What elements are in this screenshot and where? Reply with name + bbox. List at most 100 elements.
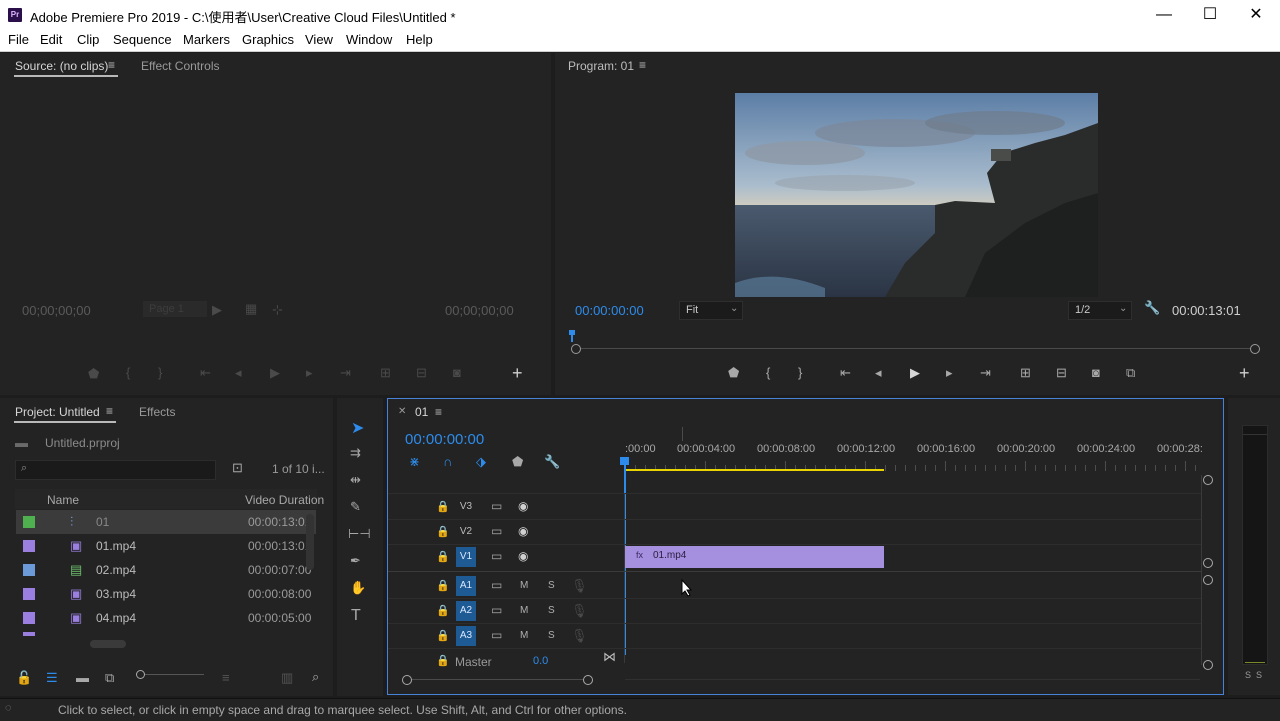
freeform-view-icon[interactable]: ⧉: [105, 670, 114, 686]
list-item[interactable]: ▣ 01.mp4 00:00:13:01: [16, 534, 316, 558]
ripple-edit-tool-icon[interactable]: ⇹: [350, 472, 361, 488]
tab-project[interactable]: Project: Untitled: [15, 405, 100, 419]
microphone-icon[interactable]: 🎙: [571, 603, 588, 619]
horizontal-scrollbar[interactable]: [90, 640, 126, 648]
label-color-swatch[interactable]: [23, 564, 35, 576]
video-scroll-handle-top[interactable]: [1203, 475, 1213, 485]
list-item[interactable]: ▣ 04.mp4 00:00:05:00: [16, 606, 316, 630]
type-tool-icon[interactable]: T: [351, 607, 361, 625]
track-label-v3[interactable]: V3: [456, 497, 476, 517]
mute-button[interactable]: M: [520, 630, 528, 641]
audio-scroll-handle-top[interactable]: [1203, 575, 1213, 585]
column-video-duration[interactable]: Video Duration: [245, 493, 324, 507]
nest-icon[interactable]: ⋇: [409, 454, 420, 470]
export-frame-icon[interactable]: ◙: [1092, 365, 1100, 380]
sort-icons-icon[interactable]: ≡: [222, 670, 230, 685]
label-color-swatch[interactable]: [23, 612, 35, 624]
program-video-frame[interactable]: [735, 93, 1098, 297]
timeline-settings-wrench-icon[interactable]: 🔧: [544, 454, 560, 470]
slip-tool-icon[interactable]: ⊢⊣: [348, 526, 371, 542]
comparison-view-icon[interactable]: ⧉: [1126, 365, 1135, 381]
vertical-scrollbar[interactable]: [306, 514, 314, 570]
eye-icon[interactable]: ◉: [518, 524, 528, 538]
add-marker-icon[interactable]: ⬟: [512, 454, 523, 470]
track-label-a1[interactable]: A1: [456, 576, 476, 596]
step-back-icon[interactable]: ◂: [875, 365, 882, 381]
program-timecode-current[interactable]: 00:00:00:00: [575, 303, 644, 318]
vertical-scrollbar-track[interactable]: [1201, 475, 1202, 665]
automate-to-sequence-icon[interactable]: ▥: [281, 670, 293, 686]
menu-edit[interactable]: Edit: [40, 32, 62, 47]
label-color-swatch[interactable]: [23, 588, 35, 600]
source-timecode-in[interactable]: 00;00;00;00: [22, 303, 91, 318]
list-item[interactable]: ▣ 03.mp4 00:00:08:00: [16, 582, 316, 606]
selection-tool-icon[interactable]: ➤: [351, 418, 364, 438]
snap-magnet-icon[interactable]: ∩: [443, 454, 452, 469]
find-icon[interactable]: ⌕: [312, 669, 319, 685]
lock-icon[interactable]: 🔓: [16, 670, 32, 686]
lock-icon[interactable]: 🔒: [436, 579, 450, 592]
tab-effects[interactable]: Effects: [139, 405, 175, 419]
track-label-a3[interactable]: A3: [456, 626, 476, 646]
horizontal-scrollbar[interactable]: [625, 679, 1200, 680]
maximize-button[interactable]: ☐: [1187, 0, 1233, 30]
extract-icon[interactable]: ⊟: [1056, 365, 1067, 381]
tab-sequence[interactable]: 01: [415, 405, 428, 419]
program-menu-icon[interactable]: ≡: [639, 58, 646, 72]
go-to-end-icon[interactable]: ⋈: [603, 649, 616, 665]
close-tab-icon[interactable]: ✕: [398, 406, 406, 417]
zoom-scrollbar[interactable]: [406, 679, 586, 680]
timeline-menu-icon[interactable]: ≡: [435, 405, 442, 419]
zoom-scroll-start-handle[interactable]: [402, 675, 412, 685]
eye-icon[interactable]: ◉: [518, 549, 528, 563]
source-menu-icon[interactable]: ≡: [108, 58, 115, 72]
solo-button[interactable]: S: [548, 605, 555, 616]
lock-icon[interactable]: 🔒: [436, 525, 450, 538]
mark-out-icon[interactable]: }: [798, 365, 802, 380]
solo-left-button[interactable]: S: [1245, 670, 1251, 680]
hand-tool-icon[interactable]: ✋: [350, 580, 366, 596]
add-button-icon[interactable]: +: [1239, 363, 1250, 384]
work-area-bar[interactable]: [625, 469, 884, 471]
zoom-slider[interactable]: [136, 674, 204, 675]
linked-selection-icon[interactable]: ⬗: [476, 454, 486, 470]
menu-sequence[interactable]: Sequence: [113, 32, 172, 47]
scrubber-end-handle[interactable]: [1250, 344, 1260, 354]
audio-scroll-handle-bottom[interactable]: [1203, 660, 1213, 670]
lock-icon[interactable]: 🔒: [436, 629, 450, 642]
tab-effect-controls[interactable]: Effect Controls: [141, 59, 219, 73]
lock-icon[interactable]: 🔒: [436, 500, 450, 513]
minimize-button[interactable]: —: [1141, 0, 1187, 30]
list-item[interactable]: ▤ 02.mp4 00:00:07:00: [16, 558, 316, 582]
column-name[interactable]: Name: [47, 493, 79, 507]
track-label-a2[interactable]: A2: [456, 601, 476, 621]
sync-lock-icon[interactable]: ▭: [491, 499, 502, 513]
sync-lock-icon[interactable]: ▭: [491, 578, 502, 592]
sync-lock-icon[interactable]: ▭: [491, 628, 502, 642]
menu-window[interactable]: Window: [346, 32, 392, 47]
track-label-v2[interactable]: V2: [456, 522, 476, 542]
icon-view-icon[interactable]: ▬: [76, 670, 89, 685]
track-select-tool-icon[interactable]: ⇉: [350, 445, 361, 461]
video-scroll-handle-bottom[interactable]: [1203, 558, 1213, 568]
mute-button[interactable]: M: [520, 580, 528, 591]
go-to-out-icon[interactable]: ⇥: [980, 365, 991, 381]
play-icon[interactable]: ▶: [910, 365, 920, 381]
zoom-dropdown[interactable]: Fit ⌄: [679, 301, 743, 320]
playhead-cap[interactable]: [620, 457, 629, 465]
list-view-icon[interactable]: ☰: [46, 670, 58, 686]
track-label-v1[interactable]: V1: [456, 547, 476, 567]
zoom-scroll-end-handle[interactable]: [583, 675, 593, 685]
lock-icon[interactable]: 🔒: [436, 604, 450, 617]
step-forward-icon[interactable]: ▸: [946, 365, 953, 381]
wrench-icon[interactable]: 🔧: [1144, 300, 1160, 316]
new-bin-from-search-icon[interactable]: ⊡: [232, 460, 243, 476]
label-color-swatch[interactable]: [23, 516, 35, 528]
add-marker-icon[interactable]: ⬟: [728, 365, 739, 381]
project-menu-icon[interactable]: ≡: [106, 404, 113, 418]
timeline-timecode[interactable]: 00:00:00:00: [405, 431, 484, 448]
menu-graphics[interactable]: Graphics: [242, 32, 294, 47]
list-item[interactable]: ⫶ 01 00:00:13:01: [16, 510, 316, 534]
page-dropdown[interactable]: Page 1: [143, 301, 207, 317]
mark-in-icon[interactable]: {: [766, 365, 770, 380]
